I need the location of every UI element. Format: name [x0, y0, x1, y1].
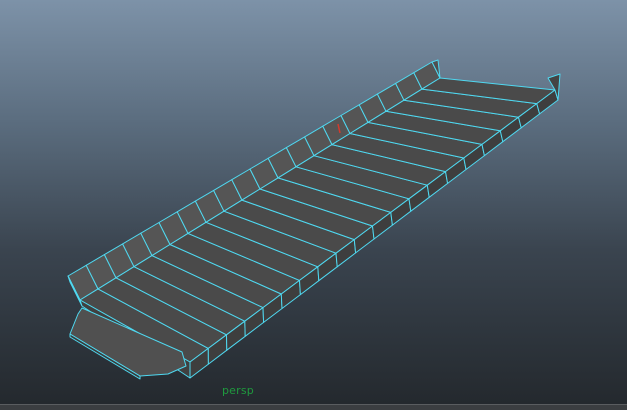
perspective-viewport[interactable]: persp	[0, 0, 627, 404]
model-wireframe[interactable]	[0, 0, 627, 404]
viewport-bottom-border	[0, 404, 627, 410]
floor-faces	[79, 77, 556, 363]
camera-name-label: persp	[222, 384, 254, 397]
